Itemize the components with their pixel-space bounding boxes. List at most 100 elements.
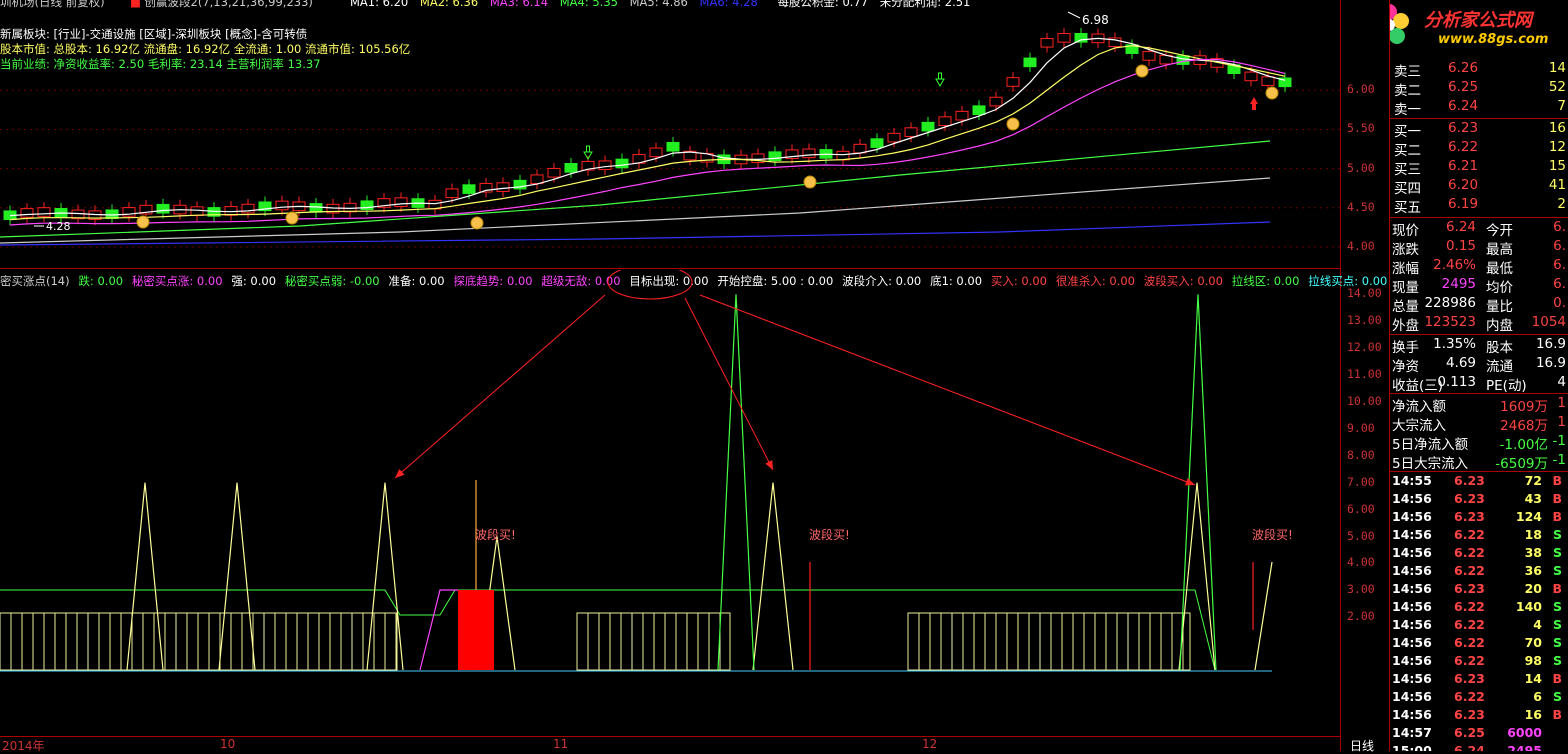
- candle-body: [870, 138, 884, 148]
- tick-price: 6.22: [1454, 527, 1485, 542]
- indicator-axis-tick: 4.00: [1347, 555, 1375, 570]
- candle-body: [1176, 55, 1190, 65]
- ma5-label: MA5: 4.86: [629, 0, 688, 9]
- quote-value: 228986: [1424, 295, 1476, 311]
- tick-price: 6.24: [1454, 743, 1485, 751]
- quote-value: 123523: [1424, 314, 1476, 330]
- signal-label: 波段买!: [475, 528, 516, 542]
- flow-label: 净流入额: [1392, 399, 1446, 415]
- peak-line: [218, 482, 256, 671]
- tick-time: 14:56: [1392, 599, 1432, 614]
- stats-divider: [1390, 334, 1568, 335]
- book-volume: 2: [1557, 196, 1566, 212]
- indicator-axis-tick: 5.00: [1347, 528, 1375, 543]
- ma6-line: [0, 221, 1271, 246]
- tick-time: 14:56: [1392, 689, 1432, 704]
- tick-time: 14:56: [1392, 617, 1432, 632]
- book-level-label: 卖二: [1394, 83, 1421, 99]
- quote-row: 总量 228986 量比 0.: [1390, 295, 1568, 315]
- tick-volume: 20: [1524, 581, 1542, 596]
- pane-divider[interactable]: [0, 268, 1340, 269]
- quote-value: 0.15: [1445, 238, 1476, 254]
- magenta-line: [419, 589, 458, 671]
- tick-row: 14:56 6.22 4 S: [1390, 617, 1568, 635]
- book-volume: 15: [1548, 158, 1566, 174]
- tick-volume: 6: [1533, 689, 1542, 704]
- quote-label: 现价: [1392, 223, 1419, 239]
- tick-volume: 98: [1524, 653, 1542, 668]
- flow-label: 5日大宗流入: [1392, 456, 1469, 472]
- period-tab[interactable]: 日线: [1350, 737, 1374, 754]
- performance-info: 当前业绩: 净资收益率: 2.50 毛利率: 23.14 主营利润率 13.37: [0, 57, 321, 71]
- candle-body: [275, 200, 289, 211]
- tick-time: 14:56: [1392, 527, 1432, 542]
- quote-value-2: 6.: [1553, 276, 1566, 292]
- order-book-row: 买三 6.21 15: [1390, 158, 1568, 178]
- flow-divider: [1390, 393, 1568, 394]
- fund-label: 收益(三): [1392, 378, 1444, 394]
- indicator-formula-name: ■ 创赢波段2(7,13,21,36,99,233): [130, 0, 313, 10]
- book-level-label: 买四: [1394, 181, 1421, 197]
- quote-label-2: 最高: [1486, 242, 1513, 258]
- candle-body: [972, 105, 986, 116]
- up-arrow-icon: [1250, 97, 1258, 110]
- tick-side: B: [1552, 491, 1562, 506]
- tick-row: 14:56 6.22 6 S: [1390, 689, 1568, 707]
- book-price: 6.25: [1448, 79, 1479, 95]
- indicator-axis-tick: 12.00: [1347, 340, 1382, 355]
- fund-label: 换手: [1392, 340, 1419, 356]
- tick-price: 6.23: [1454, 473, 1485, 488]
- book-volume: 52: [1548, 79, 1566, 95]
- flow-row: 5日大宗流入 -6509万 -1: [1390, 452, 1568, 472]
- annotation-arrow: [699, 294, 1196, 486]
- tick-price: 6.23: [1454, 671, 1485, 686]
- signal-label: 波段买!: [809, 528, 850, 542]
- tick-row: 14:56 6.22 140 S: [1390, 599, 1568, 617]
- tick-time: 14:56: [1392, 581, 1432, 596]
- candle-body: [1074, 32, 1088, 43]
- fund-value-2: 16.9: [1535, 355, 1566, 371]
- tick-volume: 124: [1515, 509, 1542, 524]
- reserve-per-share: 每股公积金: 0.77: [777, 0, 869, 9]
- tick-row: 14:56 6.22 38 S: [1390, 545, 1568, 563]
- date-axis-line: [0, 736, 1340, 737]
- tick-row: 14:56 6.23 124 B: [1390, 509, 1568, 527]
- flow-tail: 1: [1557, 414, 1566, 430]
- tick-row: 14:56 6.22 70 S: [1390, 635, 1568, 653]
- book-divider: [1390, 118, 1568, 119]
- fund-label: 净资: [1392, 359, 1419, 375]
- candle-body: [564, 163, 578, 173]
- flow-label: 5日净流入额: [1392, 437, 1469, 453]
- indicator-axis-tick: 10.00: [1347, 394, 1382, 408]
- indicator-axis-tick: 6.00: [1347, 501, 1375, 516]
- candle-body: [887, 132, 901, 143]
- tick-price: 6.23: [1454, 491, 1485, 506]
- indicator-axis-tick: 13.00: [1347, 313, 1382, 328]
- undistributed-profit: 未分配利润: 2.51: [879, 0, 971, 9]
- candle-body: [921, 121, 935, 132]
- tick-row: 14:56 6.22 18 S: [1390, 527, 1568, 545]
- quote-value-2: 6.: [1553, 238, 1566, 254]
- tick-volume: 6000: [1507, 725, 1542, 740]
- indicator-chart[interactable]: [0, 270, 1340, 736]
- tick-time: 14:56: [1392, 707, 1432, 722]
- date-label: 10: [220, 737, 236, 751]
- candle-body: [1244, 71, 1258, 82]
- book-price: 6.20: [1448, 177, 1479, 193]
- annotation-arrow: [394, 294, 606, 479]
- order-book-row: 买四 6.20 41: [1390, 177, 1568, 197]
- tick-volume: 70: [1524, 635, 1542, 650]
- site-logo: [1390, 2, 1412, 51]
- candle-body: [955, 110, 969, 121]
- tick-row: 14:56 6.22 36 S: [1390, 563, 1568, 581]
- quote-row: 现价 6.24 今开 6.: [1390, 219, 1568, 239]
- book-price: 6.24: [1448, 98, 1479, 114]
- tick-time: 15:00: [1392, 743, 1432, 751]
- quote-value: 2.46%: [1433, 257, 1476, 273]
- quote-row: 现量 2495 均价 6.: [1390, 276, 1568, 296]
- hatch-block: [907, 612, 1191, 671]
- fund-value: 4.69: [1445, 355, 1476, 371]
- green-peak-line: [1179, 294, 1217, 671]
- tick-volume: 4: [1533, 617, 1542, 632]
- ma1-label: MA1: 6.20: [350, 0, 409, 9]
